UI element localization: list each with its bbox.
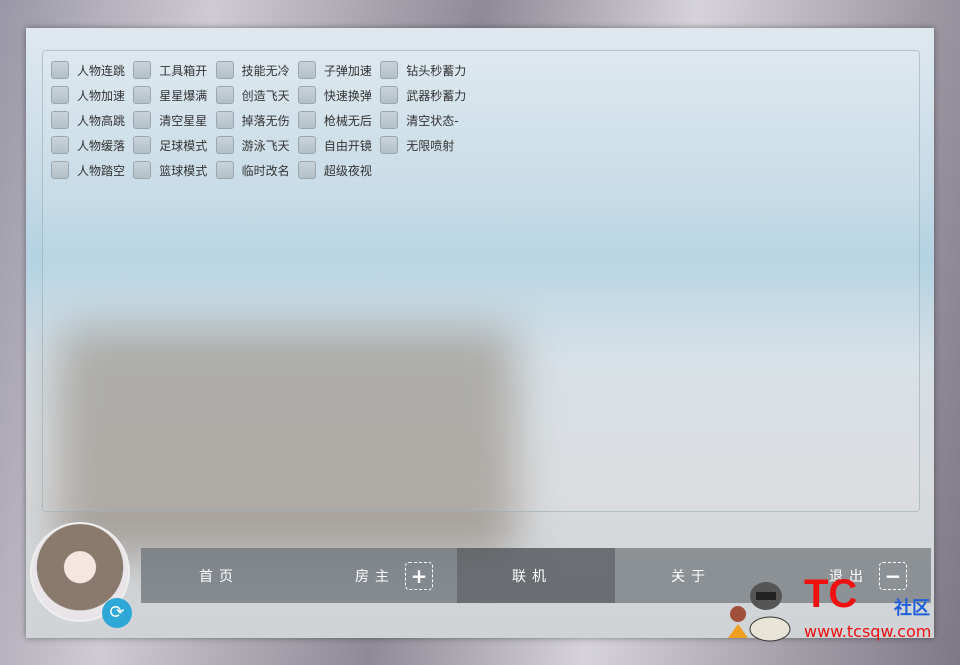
checkbox[interactable] — [297, 86, 316, 104]
nav-about[interactable]: 关于 — [671, 566, 711, 586]
checkbox-item[interactable]: 人物踏空 — [51, 161, 125, 179]
checkbox-label: 创造飞天 — [241, 88, 290, 103]
checkbox-label: 人物踏空 — [77, 163, 126, 178]
checkbox-label: 工具箱开 — [159, 63, 208, 78]
checkbox-label: 快速换弹 — [323, 88, 372, 103]
checkbox-label: 足球模式 — [159, 138, 208, 153]
nav-home[interactable]: 首页 — [199, 566, 239, 586]
checkbox-label: 临时改名 — [241, 163, 290, 178]
checkbox-item[interactable]: 篮球模式 — [133, 161, 207, 179]
nav-online[interactable]: 联机 — [512, 566, 552, 586]
mascot-icon — [728, 582, 791, 642]
checkbox-label: 游泳飞天 — [241, 138, 290, 153]
checkbox-label: 人物连跳 — [77, 63, 126, 78]
checkbox-item[interactable]: 工具箱开 — [133, 61, 207, 79]
checkbox[interactable] — [380, 61, 399, 79]
checkbox-item[interactable]: 清空状态- — [380, 111, 459, 129]
checkbox-label: 无限喷射 — [406, 138, 455, 153]
checkbox[interactable] — [51, 136, 69, 154]
checkbox-item[interactable]: 武器秒蓄力 — [380, 86, 466, 104]
checkbox-label: 掉落无伤 — [241, 113, 290, 128]
checkbox-item[interactable]: 掉落无伤 — [215, 111, 290, 129]
checkbox-item[interactable]: 人物缓落 — [51, 136, 125, 154]
plus-icon[interactable]: + — [405, 562, 433, 590]
checkbox-label: 超级夜视 — [323, 163, 372, 178]
checkbox-item[interactable]: 子弹加速 — [297, 61, 372, 79]
checkbox[interactable] — [51, 86, 69, 104]
checkbox-item[interactable]: 技能无冷 — [215, 61, 290, 79]
checkbox[interactable] — [380, 86, 399, 104]
checkbox[interactable] — [133, 111, 152, 129]
checkbox-item[interactable]: 超级夜视 — [297, 161, 372, 179]
checkbox-label: 自由开镜 — [323, 138, 372, 153]
checkbox-item[interactable]: 人物连跳 — [51, 61, 125, 79]
checkbox-label: 人物加速 — [77, 88, 126, 103]
checkbox[interactable] — [297, 111, 316, 129]
checkbox-item[interactable]: 足球模式 — [133, 136, 207, 154]
checkbox-label: 篮球模式 — [159, 163, 208, 178]
checkbox-label: 清空状态- — [406, 113, 459, 128]
watermark-logo: TC 社区 www.tcsqw.com — [712, 572, 952, 652]
checkbox[interactable] — [215, 161, 234, 179]
checkbox[interactable] — [297, 161, 316, 179]
checkbox-item[interactable]: 钻头秒蓄力 — [380, 61, 466, 79]
checkbox-label: 人物高跳 — [77, 113, 126, 128]
watermark-tc: TC — [804, 572, 858, 616]
checkbox-item[interactable]: 快速换弹 — [297, 86, 372, 104]
checkbox-item[interactable]: 临时改名 — [215, 161, 290, 179]
refresh-icon[interactable]: ⟳ — [102, 598, 132, 628]
watermark-community: 社区 — [894, 598, 930, 619]
checkbox-label: 枪械无后 — [323, 113, 372, 128]
checkbox-label: 技能无冷 — [241, 63, 290, 78]
checkbox-label: 人物缓落 — [77, 138, 126, 153]
nav-group-left: 首页 房主 + — [141, 548, 457, 603]
checkbox-label: 清空星星 — [159, 113, 208, 128]
nav-online-active: 联机 — [457, 548, 615, 603]
checkbox-label: 子弹加速 — [323, 63, 372, 78]
checkbox[interactable] — [380, 111, 399, 129]
checkbox[interactable] — [297, 136, 316, 154]
checkbox[interactable] — [215, 111, 234, 129]
checkbox[interactable] — [215, 86, 234, 104]
checkbox-label: 钻头秒蓄力 — [406, 63, 467, 78]
options-panel: 人物连跳 工具箱开 技能无冷 子弹加速 钻头秒蓄力人物加速 星星爆满 创造飞天 快速换弹 武器秒… — [42, 50, 920, 512]
checkbox[interactable] — [51, 161, 69, 179]
checkbox-item[interactable]: 人物加速 — [51, 86, 125, 104]
nav-host[interactable]: 房主 — [355, 566, 395, 586]
checkbox[interactable] — [215, 136, 234, 154]
checkbox-item[interactable]: 无限喷射 — [380, 136, 454, 154]
checkbox-item[interactable]: 创造飞天 — [215, 86, 290, 104]
checkbox[interactable] — [380, 136, 399, 154]
checkbox-item[interactable]: 星星爆满 — [133, 86, 207, 104]
checkbox[interactable] — [51, 111, 69, 129]
checkbox-item[interactable]: 枪械无后 — [297, 111, 372, 129]
checkbox[interactable] — [133, 161, 152, 179]
watermark-url: www.tcsqw.com — [804, 622, 932, 641]
app-window: 人物连跳 工具箱开 技能无冷 子弹加速 钻头秒蓄力人物加速 星星爆满 创造飞天 快速换弹 武器秒… — [26, 28, 934, 638]
checkbox-label: 武器秒蓄力 — [406, 88, 467, 103]
checkbox-label: 星星爆满 — [159, 88, 208, 103]
checkbox[interactable] — [133, 61, 152, 79]
checkbox[interactable] — [133, 86, 152, 104]
checkbox[interactable] — [215, 61, 234, 79]
checkbox-item[interactable]: 自由开镜 — [297, 136, 372, 154]
checkbox[interactable] — [51, 61, 69, 79]
checkbox[interactable] — [297, 61, 316, 79]
checkbox-item[interactable]: 人物高跳 — [51, 111, 125, 129]
checkbox[interactable] — [133, 136, 152, 154]
checkbox-item[interactable]: 清空星星 — [133, 111, 207, 129]
checkbox-item[interactable]: 游泳飞天 — [215, 136, 290, 154]
